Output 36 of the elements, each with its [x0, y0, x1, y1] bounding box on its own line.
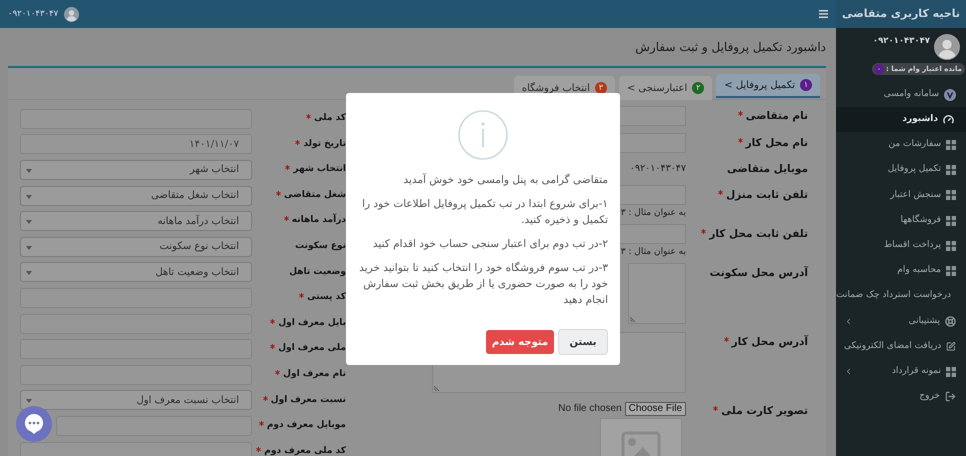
- field-label: وضعیت تاهل: [289, 266, 346, 279]
- field-label: تلفن ثابت منزل: [726, 188, 808, 203]
- field-label: انتخاب شهر: [293, 163, 346, 176]
- field-label: آدرس محل کار: [732, 335, 808, 350]
- field-label: درآمد ماهانه: [292, 214, 346, 228]
- field-label: کد ملی معرف دوم: [264, 444, 346, 456]
- field-label: شغل متقاضی: [284, 188, 346, 202]
- instruction-text: ۳-در تب سوم فروشگاه خود را انتخاب کنید تا بتوانید خرید خود را به صورت حضوری یا از طریق بخش ثبت سفارش انجام دهید: [358, 260, 608, 308]
- hint-text: به عنوان مثال : ۳: [620, 207, 686, 220]
- field-label: کد پستی: [307, 291, 346, 304]
- step-badge: ۳: [594, 82, 607, 94]
- instruction-text: ۲-در تب دوم برای اعتبار سنجی حساب خود اقدام کنید: [372, 237, 608, 252]
- field-label: نام محل کار: [746, 136, 808, 151]
- file-status: No file chosen: [558, 402, 622, 416]
- field-label: تصویر کارت ملی: [721, 404, 808, 419]
- field-label: تاریخ تولد: [303, 138, 346, 151]
- app-title: ناحیه کاربری متقاضی: [842, 6, 960, 22]
- instruction-text: ۱-برای شروع ابتدا در تب تکمیل پروفایل اطلاعات خود را تکمیل و ذخیره کنید.: [361, 197, 608, 228]
- hint-text: به عنوان مثال : ۳: [620, 246, 686, 259]
- field-label: موبایل متقاضی: [727, 162, 808, 177]
- field-label: بایل معرف اول: [278, 316, 346, 330]
- field-label: نسبت معرف اول: [270, 394, 346, 407]
- mobile-value: ۰۹۲۰۱۰۴۳۰۴۷: [630, 162, 686, 176]
- field-label: نام معرف اول: [283, 368, 346, 381]
- field-label: کد ملی: [314, 112, 346, 126]
- field-label: نام متقاضی: [746, 109, 808, 124]
- step-badge: ۲: [692, 82, 704, 94]
- field-label: آدرس محل سکونت: [710, 266, 808, 281]
- field-label: ملی معرف اول: [278, 342, 346, 356]
- step-badge: ۱: [800, 79, 812, 91]
- field-label: نوع سکونت: [295, 240, 346, 254]
- welcome-text: متقاضی گرامی به پنل وامسی خود خوش آمدید: [402, 172, 608, 188]
- page-title: داشبورد تکمیل پروفایل و ثبت سفارش: [635, 39, 826, 56]
- user-phone: ۰۹۲۰۱۰۴۳۰۴۷: [872, 35, 930, 48]
- field-label: تلفن ثابت محل کار: [709, 227, 808, 242]
- field-label: موبایل معرف دوم: [266, 419, 346, 432]
